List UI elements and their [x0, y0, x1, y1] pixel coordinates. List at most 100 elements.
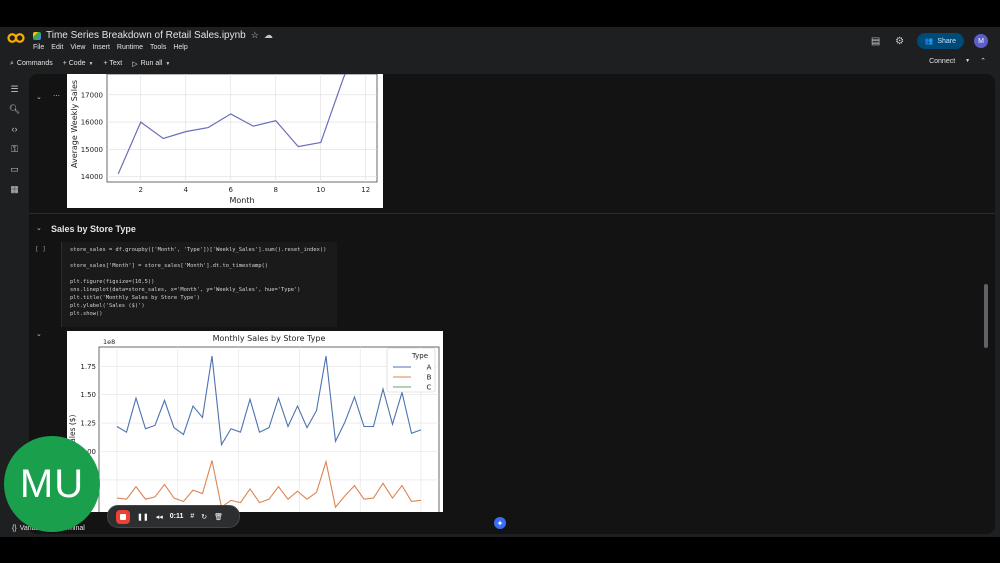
section-collapse-icon[interactable]: ⌄ — [36, 224, 42, 232]
add-code-label: + Code — [62, 60, 86, 67]
cell-run-button[interactable]: [ ] — [35, 246, 46, 253]
pause-icon[interactable]: ❚❚ — [137, 513, 149, 521]
connect-area: Connect ▼ ⌃ — [929, 57, 986, 66]
star-icon[interactable]: ☆ — [251, 30, 259, 41]
code-line: store_sales['Month'] = store_sales['Mont… — [70, 263, 268, 269]
stop-record-button[interactable] — [116, 509, 130, 524]
monthly-sales-plot: Monthly Sales by Store Type1e80.751.001.… — [67, 331, 443, 512]
toolbar: ⌕ Commands + Code ▼ + Text ▷ Run all ▼ Conne… — [0, 55, 1000, 72]
share-label: Share — [937, 37, 956, 45]
average-weekly-sales-plot: 2 4 6 8 10 12 14000 15000 16000 17000 Month Average… — [67, 74, 383, 208]
menu-runtime[interactable]: Runtime — [117, 44, 143, 51]
code-line: plt.figure(figsize=(10,5)) — [70, 279, 155, 285]
chevron-down-icon[interactable]: ▼ — [165, 61, 170, 67]
menu-edit[interactable]: Edit — [51, 44, 63, 51]
legend: Type ABC — [386, 347, 436, 393]
more-icon[interactable]: ⋯ — [53, 92, 60, 100]
code-cell[interactable]: store_sales = df.groupby(['Month', 'Type… — [61, 242, 337, 327]
record-timer: 0:11 — [169, 513, 184, 520]
search-doc-icon[interactable]: 🔍︎ — [8, 102, 22, 116]
y-tick-label: 15000 — [81, 146, 103, 154]
code-line: plt.ylabel('Sales ($)') — [70, 303, 145, 309]
chevron-down-icon[interactable]: ▼ — [89, 61, 94, 67]
code-line: plt.show() — [70, 311, 103, 317]
legend-label: A — [427, 364, 432, 372]
menu-bar: File Edit View Insert Runtime Tools Help — [33, 44, 188, 51]
code-line: plt.title('Monthly Sales by Store Type') — [70, 295, 200, 301]
run-all-button[interactable]: ▷ Run all ▼ — [132, 60, 170, 68]
add-text-button[interactable]: + Text — [103, 60, 122, 67]
chevron-down-icon[interactable]: ▼ — [965, 58, 970, 64]
commands-button[interactable]: ⌕ Commands — [10, 60, 53, 68]
grid-icon[interactable]: # — [190, 513, 194, 520]
x-tick-label: 12 — [361, 186, 370, 194]
menu-insert[interactable]: Insert — [92, 44, 110, 51]
play-icon: ▷ — [132, 60, 138, 68]
collapse-output-icon[interactable]: ⌄ — [36, 330, 42, 338]
series-line — [117, 74, 346, 175]
drive-icon — [33, 31, 41, 40]
add-text-label: + Text — [103, 60, 123, 67]
toc-icon[interactable]: ☰ — [8, 82, 22, 96]
x-tick-label: 8 — [274, 186, 278, 194]
menu-help[interactable]: Help — [173, 44, 187, 51]
menu-file[interactable]: File — [33, 44, 44, 51]
notebook-title-area: Time Series Breakdown of Retail Sales.ip… — [33, 30, 273, 41]
key-icon[interactable]: ⚿ — [8, 142, 22, 156]
section-heading: Sales by Store Type — [51, 224, 136, 234]
restart-icon[interactable]: ↻ — [201, 513, 207, 521]
y-axis-label: Average Weekly Sales — [70, 80, 79, 168]
chart-title: Monthly Sales by Store Type — [213, 334, 326, 343]
x-tick-label: 6 — [229, 186, 234, 194]
gear-icon[interactable]: ⚙ — [893, 34, 907, 48]
cloud-icon[interactable]: ☁ — [264, 30, 273, 41]
x-tick-label: 10 — [316, 186, 325, 194]
comment-icon[interactable]: ▤ — [869, 34, 883, 48]
notebook-area: ⌄ ⋯ 2 4 6 8 10 12 14000 15000 16000 17000 Month Ave… — [29, 74, 995, 534]
search-icon: ⌕ — [10, 59, 14, 67]
x-axis-label: Month — [229, 196, 254, 205]
y-tick-label: 1.25 — [80, 420, 96, 428]
chart-1-svg: 2 4 6 8 10 12 14000 15000 16000 17000 Month Average… — [70, 74, 378, 205]
x-tick-label: 2 — [139, 186, 143, 194]
share-button[interactable]: 👥 Share — [916, 33, 964, 49]
avatar[interactable]: M — [974, 34, 988, 48]
plot-frame — [106, 74, 378, 183]
notebook-title[interactable]: Time Series Breakdown of Retail Sales.ip… — [46, 30, 246, 41]
top-bar: Time Series Breakdown of Retail Sales.ip… — [0, 27, 1000, 55]
code-icon[interactable]: ‹› — [8, 122, 22, 136]
header-actions: ▤ ⚙ 👥 Share M — [869, 33, 988, 49]
braces-icon: {} — [12, 524, 17, 532]
gemini-icon[interactable]: ✦ — [494, 517, 506, 529]
trash-icon[interactable]: 🗑︎ — [214, 513, 223, 521]
run-all-label: Run all — [140, 60, 163, 67]
rewind-icon[interactable]: ◂◂ — [156, 513, 163, 521]
menu-view[interactable]: View — [70, 44, 85, 51]
scrollbar[interactable] — [984, 284, 988, 348]
legend-label: C — [427, 384, 432, 392]
y-tick-label: 16000 — [81, 119, 103, 127]
y-scale-label: 1e8 — [103, 338, 115, 346]
colab-window: Time Series Breakdown of Retail Sales.ip… — [0, 27, 1000, 537]
connect-button[interactable]: Connect — [929, 58, 955, 65]
y-tick-label: 17000 — [81, 91, 103, 99]
people-icon: 👥 — [924, 38, 934, 45]
legend-title: Type — [411, 352, 428, 360]
folder-icon[interactable]: ▭ — [8, 162, 22, 176]
colab-logo-icon[interactable] — [7, 32, 25, 44]
series-line-a — [116, 355, 422, 447]
y-tick-label: 14000 — [81, 173, 103, 181]
collapse-output-icon[interactable]: ⌄ — [36, 93, 42, 101]
user-badge: MU — [4, 436, 100, 532]
collapse-icon[interactable]: ⌃ — [980, 57, 986, 65]
legend-label: B — [427, 374, 432, 382]
menu-tools[interactable]: Tools — [150, 44, 166, 51]
x-tick-label: 4 — [184, 186, 189, 194]
screen-recorder-bar: ❚❚ ◂◂ 0:11 # ↻ 🗑︎ — [107, 505, 240, 528]
add-code-button[interactable]: + Code ▼ — [63, 60, 94, 67]
table-icon[interactable]: ▦ — [8, 182, 22, 196]
cell-divider — [29, 213, 995, 214]
series-line-b — [116, 459, 422, 509]
